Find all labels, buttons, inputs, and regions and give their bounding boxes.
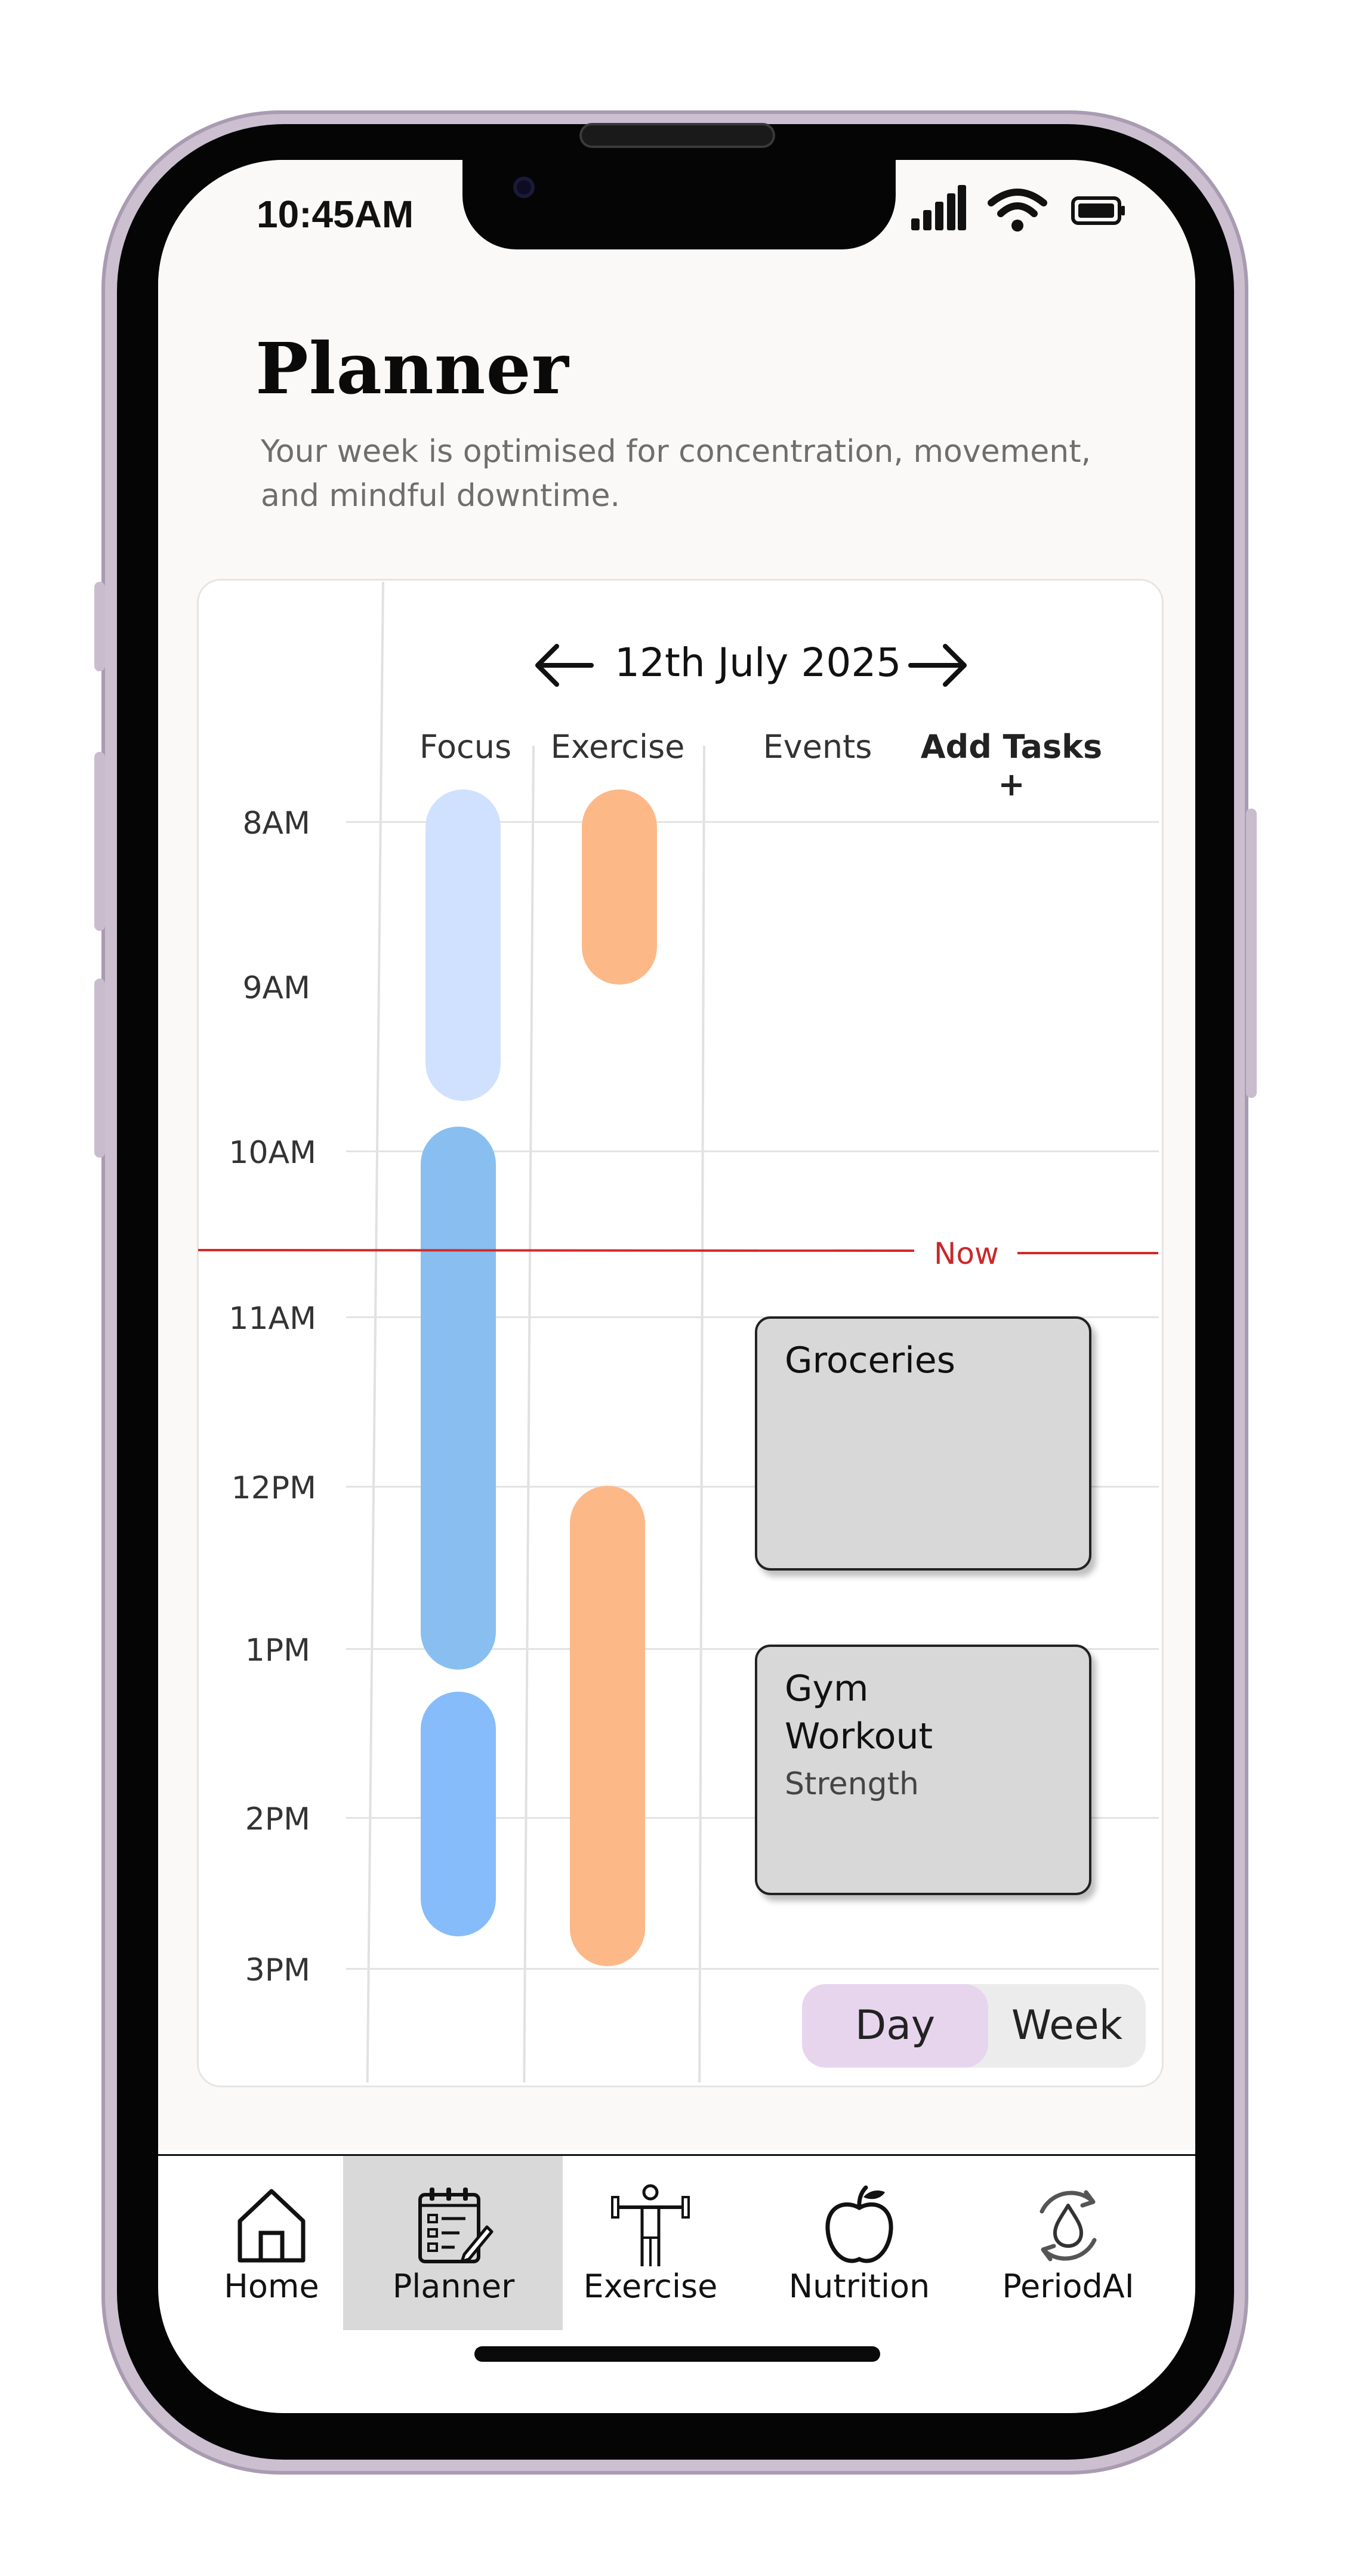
week-toggle-button[interactable]: Week: [988, 1984, 1146, 2068]
silent-switch: [94, 582, 105, 671]
time-label-12pm: 12PM: [231, 1470, 316, 1506]
time-label-11am: 11AM: [229, 1301, 316, 1337]
exercise-icon: [573, 2184, 728, 2268]
apple-icon: [776, 2184, 943, 2268]
page-subtitle: Your week is optimised for concentration…: [261, 430, 1156, 518]
subtitle-line-2: and mindful downtime.: [261, 478, 620, 514]
time-label-1pm: 1PM: [245, 1633, 310, 1668]
home-indicator[interactable]: [474, 2346, 880, 2362]
next-day-arrow-icon[interactable]: [908, 643, 968, 688]
volume-down-button: [94, 979, 105, 1158]
nav-label-planner: Planner: [392, 2268, 515, 2305]
wifi-icon: [988, 186, 1047, 234]
now-label: Now: [934, 1236, 999, 1271]
nav-item-exercise[interactable]: Exercise: [573, 2184, 728, 2305]
notch: [462, 160, 896, 249]
nav-label-nutrition: Nutrition: [788, 2268, 930, 2305]
now-line-right: [1017, 1252, 1158, 1254]
nav-item-planner[interactable]: Planner: [370, 2184, 537, 2305]
cycle-drop-icon: [985, 2184, 1152, 2268]
grid-line-3pm: [346, 1968, 1159, 1970]
time-label-3pm: 3PM: [245, 1952, 310, 1988]
volume-up-button: [94, 752, 105, 931]
nav-label-home: Home: [224, 2268, 319, 2305]
power-button: [1246, 809, 1257, 1098]
event-title: Gym Workout: [785, 1665, 933, 1760]
prev-day-arrow-icon[interactable]: [534, 643, 594, 688]
event-title-line-2: Workout: [785, 1716, 933, 1757]
exercise-block[interactable]: [570, 1486, 645, 1966]
event-card-gym-workout[interactable]: Gym Workout Strength: [755, 1645, 1091, 1895]
home-icon: [206, 2184, 337, 2268]
nav-label-exercise: Exercise: [583, 2268, 718, 2305]
add-tasks-button[interactable]: Add Tasks +: [913, 728, 1110, 803]
event-title-line-1: Gym: [785, 1668, 869, 1710]
focus-block[interactable]: [421, 1127, 496, 1670]
focus-block[interactable]: [425, 789, 501, 1101]
exercise-block[interactable]: [582, 789, 657, 985]
nav-item-home[interactable]: Home: [206, 2184, 337, 2305]
focus-block[interactable]: [421, 1692, 496, 1936]
battery-icon: [1071, 196, 1126, 226]
signal-bars-icon: [910, 184, 967, 232]
status-time: 10:45AM: [257, 193, 414, 236]
column-header-events: Events: [763, 728, 872, 766]
nav-label-periodai: PeriodAI: [1002, 2268, 1134, 2305]
time-label-9am: 9AM: [242, 970, 310, 1006]
nav-item-nutrition[interactable]: Nutrition: [776, 2184, 943, 2305]
event-title: Groceries: [785, 1340, 955, 1381]
time-label-10am: 10AM: [229, 1135, 316, 1171]
subtitle-line-1: Your week is optimised for concentration…: [261, 434, 1091, 470]
event-card-groceries[interactable]: Groceries: [755, 1316, 1091, 1571]
day-toggle-label: Day: [855, 2002, 936, 2049]
nav-item-periodai[interactable]: PeriodAI: [985, 2184, 1152, 2305]
time-label-2pm: 2PM: [245, 1801, 310, 1837]
page-title: Planner: [255, 327, 569, 410]
time-label-8am: 8AM: [242, 806, 310, 841]
event-subtitle: Strength: [785, 1766, 919, 1802]
day-toggle-button[interactable]: Day: [802, 1984, 988, 2068]
calendar-date: 12th July 2025: [615, 640, 902, 686]
planner-icon: [370, 2184, 537, 2268]
column-header-exercise: Exercise: [550, 728, 685, 766]
column-header-focus: Focus: [419, 728, 512, 766]
front-camera: [513, 177, 535, 198]
week-toggle-label: Week: [1011, 2002, 1123, 2049]
nav-divider: [158, 2154, 1195, 2156]
speaker-grille: [582, 125, 773, 146]
